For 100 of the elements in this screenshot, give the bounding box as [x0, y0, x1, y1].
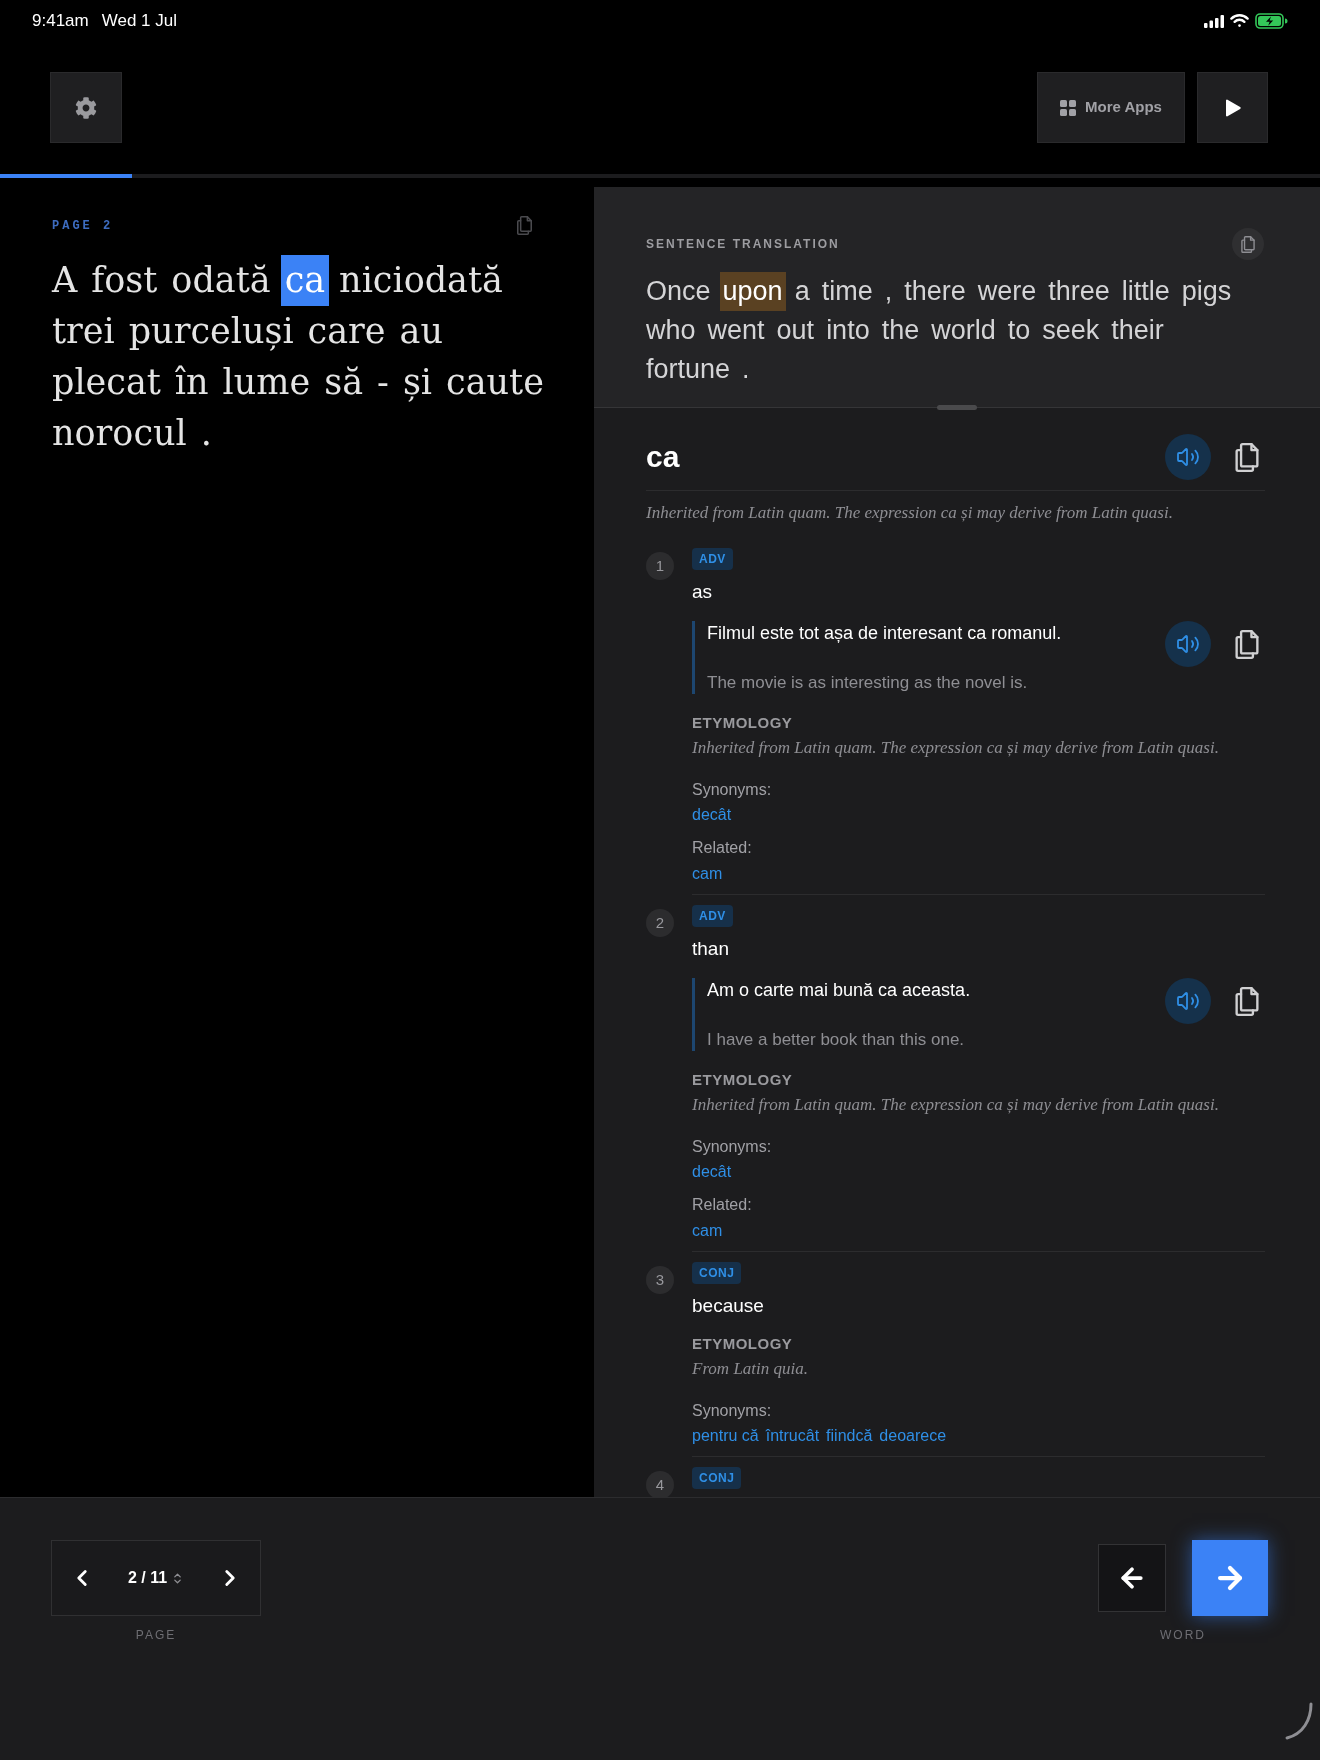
synonym-link[interactable]: pentru că	[692, 1426, 759, 1446]
word-token[interactable]: și	[402, 357, 433, 408]
definition-text: than	[692, 937, 729, 961]
copy-button[interactable]	[1232, 228, 1264, 260]
part-of-speech-tag: CONJ	[692, 1262, 742, 1284]
etymology-label: ETYMOLOGY	[692, 714, 793, 732]
etymology-text: Inherited from Latin quam. The expression ca și may derive from Latin quasi.	[692, 737, 1219, 759]
page-caption: PAGE	[135, 1627, 177, 1643]
synonym-link[interactable]: fiindcă	[826, 1426, 873, 1446]
play-icon	[1224, 98, 1241, 117]
related-label: Related:	[692, 1195, 752, 1215]
sense-number: 3	[646, 1266, 674, 1294]
definition-text: as	[692, 580, 713, 604]
speaker-button[interactable]	[1165, 434, 1211, 480]
etymology-text: From Latin quia.	[692, 1358, 809, 1380]
word-token[interactable]: în	[174, 357, 209, 408]
word-token[interactable]: pigs	[1181, 272, 1232, 311]
drag-handle[interactable]	[937, 405, 977, 410]
word-token[interactable]: au	[399, 306, 443, 357]
synonym-link[interactable]: decât	[692, 805, 732, 825]
synonyms-label: Synonyms:	[692, 1401, 772, 1421]
speaker-icon	[1176, 632, 1200, 656]
word-token[interactable]: ca	[280, 255, 330, 306]
copy-button[interactable]	[1235, 629, 1259, 659]
word-token[interactable]: ,	[884, 272, 893, 311]
copy-button[interactable]	[1235, 442, 1259, 472]
word-token[interactable]: .	[742, 350, 750, 389]
sense-number: 1	[646, 552, 674, 580]
related-label: Related:	[692, 838, 752, 858]
part-of-speech-tag: ADV	[692, 548, 733, 570]
word-token[interactable]: care	[307, 306, 386, 357]
example-sentence: Filmul este tot așa de interesant ca romanul.	[707, 622, 1062, 645]
example-translation: The movie is as interesting as the novel is.	[707, 672, 1029, 694]
word-token[interactable]: into	[826, 311, 870, 350]
word-token[interactable]: who	[646, 311, 696, 350]
word-token[interactable]: fortune	[646, 350, 731, 389]
word-token[interactable]: a	[794, 272, 810, 311]
synonym-link[interactable]: întrucât	[765, 1426, 820, 1446]
settings-button[interactable]	[50, 72, 122, 143]
copy-button[interactable]	[1235, 986, 1259, 1016]
grid-icon	[1060, 99, 1076, 116]
part-of-speech-tag: CONJ	[692, 1467, 742, 1489]
word-token[interactable]: plecat	[52, 357, 161, 408]
word-token[interactable]: purceluși	[128, 306, 294, 357]
word-token[interactable]: went	[707, 311, 765, 350]
speaker-icon	[1176, 445, 1200, 469]
related-link[interactable]: cam	[692, 1221, 723, 1241]
next-word-button[interactable]	[1192, 1540, 1268, 1616]
status-time: 9:41am	[32, 10, 89, 33]
word-token[interactable]: the	[881, 311, 920, 350]
arc-icon	[1285, 1702, 1313, 1740]
play-button[interactable]	[1197, 72, 1268, 143]
word-token[interactable]: seek	[1042, 311, 1100, 350]
headword: ca	[646, 439, 680, 475]
word-token[interactable]: lume	[222, 357, 311, 408]
previous-word-button[interactable]	[1098, 1544, 1166, 1612]
copy-icon	[1235, 986, 1259, 1016]
word-token[interactable]: Once	[646, 272, 711, 311]
word-token[interactable]: to	[1007, 311, 1031, 350]
word-token[interactable]: trei	[52, 306, 115, 357]
copy-icon	[1235, 442, 1259, 472]
copy-icon	[517, 216, 532, 235]
word-token[interactable]: -	[377, 357, 389, 408]
word-token[interactable]: să	[324, 357, 364, 408]
section-heading: SENTENCE TRANSLATION	[646, 236, 840, 253]
word-token[interactable]: norocul	[52, 408, 187, 459]
page-picker-button[interactable]: 2 / 11	[127, 1566, 185, 1590]
word-token[interactable]: .	[200, 408, 212, 459]
example-translation: I have a better book than this one.	[707, 1029, 966, 1051]
wifi-icon	[1230, 14, 1249, 28]
status-date: Wed 1 Jul	[101, 10, 177, 33]
speaker-button[interactable]	[1165, 978, 1211, 1024]
word-token[interactable]: world	[931, 311, 996, 350]
word-token[interactable]: their	[1111, 311, 1164, 350]
word-token[interactable]: out	[776, 311, 815, 350]
word-token[interactable]: time	[821, 272, 873, 311]
more-apps-button[interactable]: More Apps	[1037, 72, 1185, 143]
word-token[interactable]: upon	[719, 272, 786, 311]
related-link[interactable]: cam	[692, 864, 723, 884]
synonyms-label: Synonyms:	[692, 780, 772, 800]
speaker-button[interactable]	[1165, 621, 1211, 667]
synonym-link[interactable]: decât	[692, 1162, 732, 1182]
battery-icon	[1255, 13, 1288, 29]
word-token[interactable]: were	[977, 272, 1037, 311]
synonym-link[interactable]: deoarece	[879, 1426, 947, 1446]
sense-number: 4	[646, 1471, 674, 1497]
word-token[interactable]: A	[52, 255, 78, 306]
example-sentence: Am o carte mai bună ca aceasta.	[707, 979, 971, 1002]
word-token[interactable]: odată	[171, 255, 271, 306]
synonyms-label: Synonyms:	[692, 1137, 772, 1157]
etymology-text: Inherited from Latin quam. The expression ca și may derive from Latin quasi.	[692, 1094, 1219, 1116]
word-token[interactable]: little	[1121, 272, 1170, 311]
word-token[interactable]: three	[1048, 272, 1110, 311]
word-token[interactable]: fost	[91, 255, 158, 306]
word-token[interactable]: niciodată	[339, 255, 503, 306]
copy-icon	[1241, 235, 1255, 253]
speaker-icon	[1176, 989, 1200, 1013]
word-token[interactable]: there	[904, 272, 966, 311]
word-token[interactable]: caute	[446, 357, 544, 408]
copy-icon	[1235, 629, 1259, 659]
